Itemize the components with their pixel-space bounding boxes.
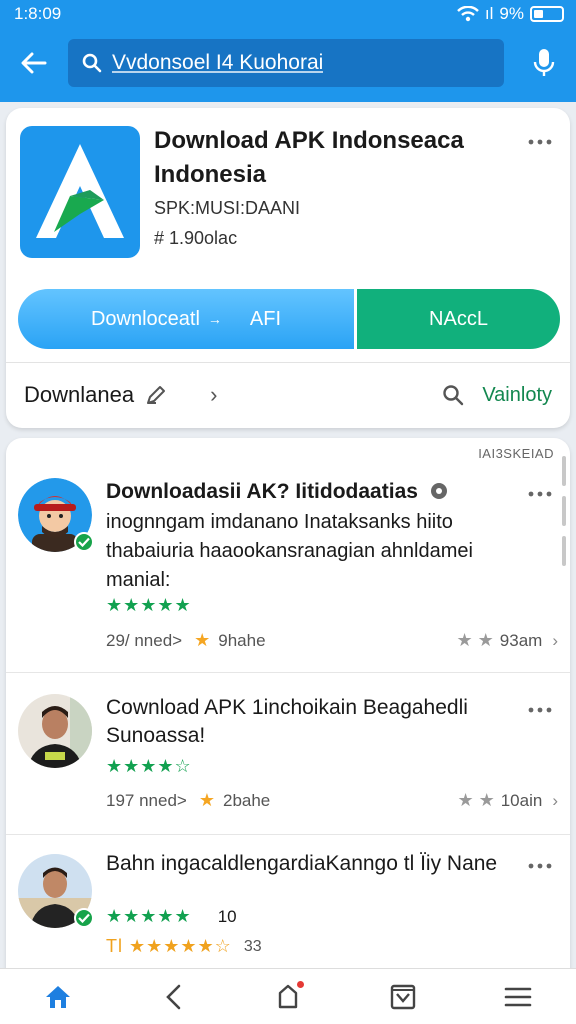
verified-badge-icon	[74, 532, 94, 552]
divider	[6, 672, 570, 673]
filter-link[interactable]: Vainloty	[482, 384, 552, 407]
download-label: Downloceatl	[90, 307, 200, 330]
rating-stars: ★★★★★	[106, 906, 192, 926]
star-icon: ★	[198, 790, 215, 810]
app-header-card: Download APK Indonseaca Indonesia SPK:MU…	[6, 108, 570, 428]
reviews-list: IAI3SKEIAD Downloadasii AK? Iitidodaatia…	[6, 438, 570, 972]
nav-back-button[interactable]	[145, 973, 201, 1021]
divider	[6, 834, 570, 835]
nav-notes-button[interactable]	[260, 973, 316, 1021]
avatar	[18, 694, 92, 768]
review-chevron[interactable]: ›	[552, 791, 558, 811]
top-app-bar: 1:8:09 ıl 9% Vvdonsoel I4 Kuohorai	[0, 0, 576, 102]
rating-count: 10	[217, 906, 237, 926]
download-apk-button[interactable]: Downloceatl → AFI	[18, 289, 354, 349]
more-horiz-icon	[528, 707, 552, 713]
voice-search-button[interactable]	[526, 45, 562, 81]
rating-count-2: 33	[243, 937, 262, 955]
review-helpful: 2bahe	[222, 790, 271, 810]
list-item[interactable]: Bahn ingacaldlengardiaKanngo tl Ïiy Nane…	[6, 844, 570, 972]
download-arrow: →	[207, 311, 222, 327]
wifi-icon	[457, 6, 479, 22]
status-time: 1:8:09	[14, 4, 62, 23]
review-meta: 197 nned> ★ 2bahe ★ ★ 10ain ›	[106, 790, 558, 811]
review-date: 29/ nned>	[106, 630, 183, 650]
review-helpful: 9hahe	[218, 630, 266, 650]
search-input[interactable]: Vvdonsoel I4 Kuohorai	[68, 39, 504, 87]
search-icon	[82, 53, 102, 73]
divider	[6, 362, 570, 363]
menu-icon	[505, 987, 532, 1006]
verified-badge-icon	[74, 908, 94, 928]
action-buttons: Downloceatl → AFI NAccL	[18, 289, 560, 349]
mic-icon	[533, 49, 555, 76]
search-row: Vvdonsoel I4 Kuohorai	[0, 28, 576, 98]
section-search-button[interactable]	[442, 384, 464, 406]
app-more-button[interactable]	[524, 130, 556, 154]
secondary-action-button[interactable]: NAccL	[357, 289, 560, 349]
review-title: Cownload APK 1inchoikain Beagahedli Suno…	[106, 696, 468, 747]
review-more-button[interactable]	[524, 482, 556, 506]
arrow-left-icon	[21, 52, 47, 74]
notification-dot	[296, 980, 304, 988]
app-developer: SPK:MUSI:DAANI	[154, 198, 301, 218]
rating-stars: ★★★★☆	[106, 756, 192, 776]
app-logo[interactable]	[20, 126, 140, 258]
apk-logo-icon	[36, 144, 124, 238]
app-title: Download APK Indonseaca Indonesia	[154, 127, 464, 188]
rating-stars-orange: ★★★★★☆	[129, 936, 232, 956]
home-icon	[45, 985, 70, 1008]
review-meta: 29/ nned> ★ 9hahe ★ ★ 93am ›	[106, 630, 558, 651]
status-bar: 1:8:09 ıl 9%	[0, 0, 576, 28]
nav-tasks-button[interactable]	[375, 973, 431, 1021]
nav-home-button[interactable]	[30, 973, 86, 1021]
signal-icon: ıl	[484, 4, 494, 23]
review-more-button[interactable]	[524, 854, 556, 878]
battery-icon	[530, 6, 564, 22]
review-chevron[interactable]: ›	[552, 631, 558, 651]
review-title: Bahn ingacaldlengardiaKanngo tl Ïiy Nane	[106, 852, 498, 875]
review-date: 197 nned>	[106, 790, 187, 810]
chevron-left-icon	[165, 984, 181, 1009]
nav-menu-button[interactable]	[490, 973, 546, 1021]
section-header: Downlanea › Vainloty	[6, 364, 570, 426]
rating-stars: ★★★★★	[106, 595, 192, 615]
globe-icon	[430, 483, 447, 499]
review-time: 93am	[499, 630, 543, 650]
status-icons: ıl 9%	[457, 4, 564, 24]
edit-button[interactable]	[144, 383, 168, 407]
rating-summary-stars: ★ ★	[457, 790, 495, 810]
review-title: Downloadasii AK? Iitidodaatias	[106, 478, 506, 506]
rating-prefix: Tl	[106, 936, 123, 956]
star-icon: ★	[194, 630, 211, 650]
list-item[interactable]: Downloadasii AK? Iitidodaatias inognngam…	[6, 468, 570, 678]
review-more-button[interactable]	[524, 698, 556, 722]
section-chevron[interactable]: ›	[210, 382, 217, 408]
rating-row-2: Tl ★★★★★☆ 33	[106, 936, 262, 957]
bottom-navigation	[0, 968, 576, 1024]
checkbox-icon	[390, 984, 416, 1009]
section-title: Downlanea	[24, 382, 135, 407]
list-item[interactable]: Cownload APK 1inchoikain Beagahedli Suno…	[6, 684, 570, 830]
secondary-label: NAccL	[429, 307, 488, 330]
rating-summary-stars: ★ ★	[456, 630, 494, 650]
rating-row: ★★★★★ 10	[106, 906, 237, 927]
more-horiz-icon	[528, 139, 552, 145]
battery-percent: 9%	[499, 4, 524, 23]
review-time: 10ain	[500, 790, 543, 810]
back-button[interactable]	[16, 45, 52, 81]
more-horiz-icon	[528, 491, 552, 497]
more-horiz-icon	[528, 863, 552, 869]
download-suffix: AFI	[249, 307, 282, 330]
app-size: # 1.90olac	[154, 228, 238, 248]
avatar-photo-icon	[18, 694, 92, 768]
search-query: Vvdonsoel I4 Kuohorai	[112, 51, 324, 74]
search-icon	[443, 385, 464, 406]
pencil-icon	[147, 386, 166, 404]
list-tag: IAI3SKEIAD	[478, 446, 554, 461]
review-body: inognngam imdanano Inataksanks hiito tha…	[106, 511, 473, 591]
